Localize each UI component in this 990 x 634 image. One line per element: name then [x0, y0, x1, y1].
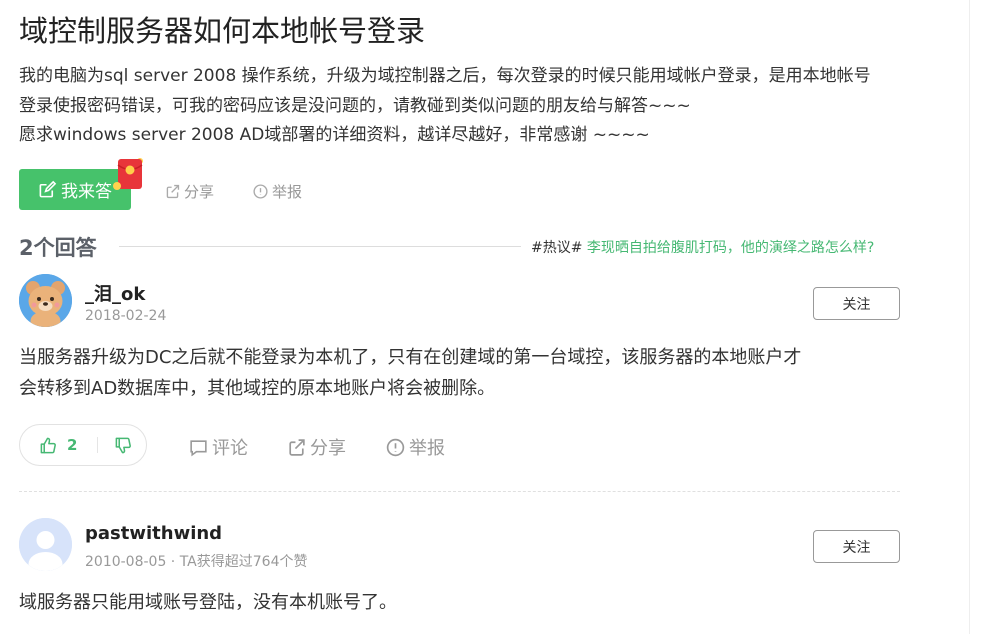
- report-icon: [253, 184, 268, 199]
- answer-text-line: 当服务器升级为DC之后就不能登录为本机了，只有在创建域的第一台域控，该服务器的本…: [19, 347, 802, 368]
- share-icon: [166, 184, 180, 199]
- avatar[interactable]: [19, 518, 72, 571]
- answer-meta: 2010-08-05 · TA获得超过764个赞: [85, 554, 308, 570]
- answer-text-line: 会转移到AD数据库中，其他域控的原本地账户将会被删除。: [19, 378, 496, 399]
- answer-text: 域服务器只能用域账号登陆，没有本机账号了。: [19, 587, 397, 618]
- share-answer-button[interactable]: 分享: [286, 434, 346, 460]
- share-label: 分享: [310, 438, 346, 459]
- answer-date: 2018-02-24: [85, 308, 167, 324]
- question-body-line: 我的电脑为sql server 2008 操作系统，升级为域控制器之后，每次登录…: [19, 66, 871, 86]
- user-name[interactable]: pastwithwind: [85, 523, 222, 544]
- edit-icon: [39, 180, 57, 198]
- upvote-button[interactable]: 2: [20, 436, 77, 455]
- section-divider-line: [119, 246, 521, 247]
- follow-button[interactable]: 关注: [813, 287, 900, 320]
- report-label: 举报: [272, 183, 303, 201]
- report-label: 举报: [409, 438, 445, 459]
- right-column-divider: [969, 0, 970, 634]
- hot-topic-tag: #热议#: [531, 240, 583, 256]
- question-body-line: 登录使报密码错误，可我的密码应该是没问题的，请教碰到类似问题的朋友给与解答~~~: [19, 95, 691, 116]
- share-label: 分享: [184, 183, 215, 201]
- comment-icon: [190, 439, 207, 456]
- report-answer-button[interactable]: 举报: [385, 434, 445, 460]
- thumbs-up-icon: [40, 437, 56, 453]
- report-icon: [386, 438, 405, 456]
- thumbs-down-icon: [116, 437, 132, 453]
- downvote-button[interactable]: [114, 436, 133, 455]
- hot-topic-text: 李现晒自拍给腹肌打码，他的演绎之路怎么样?: [586, 240, 875, 256]
- follow-button[interactable]: 关注: [813, 530, 900, 563]
- hot-topic-link[interactable]: #热议# 李现晒自拍给腹肌打码，他的演绎之路怎么样?: [531, 237, 874, 257]
- question-body-line: 愿求windows server 2008 AD域部署的详细资料，越详尽越好，非…: [19, 125, 650, 145]
- bear-avatar-icon: [19, 274, 72, 327]
- answer-text: 当服务器升级为DC之后就不能登录为本机了，只有在创建域的第一台域控，该服务器的本…: [19, 342, 801, 404]
- default-user-icon: [19, 518, 72, 571]
- red-envelope-icon[interactable]: [113, 156, 147, 192]
- comment-button[interactable]: 评论: [188, 434, 248, 460]
- question-title: 域控制服务器如何本地帐号登录: [19, 14, 426, 48]
- answers-count: 2个回答: [19, 236, 97, 260]
- question-body: 我的电脑为sql server 2008 操作系统，升级为域控制器之后，每次登录…: [19, 62, 919, 151]
- share-icon: [289, 438, 305, 456]
- comment-label: 评论: [212, 438, 248, 459]
- answer-divider: [19, 491, 900, 492]
- vote-separator: [97, 437, 99, 453]
- share-question-button[interactable]: 分享: [164, 181, 214, 202]
- answer-text-line: 域服务器只能用域账号登陆，没有本机账号了。: [19, 592, 397, 613]
- vote-control: 2: [19, 424, 147, 466]
- avatar[interactable]: [19, 274, 72, 327]
- like-count: 2: [67, 436, 78, 454]
- answer-button-label: 我来答: [61, 182, 112, 202]
- report-question-button[interactable]: 举报: [252, 181, 302, 202]
- user-name[interactable]: _泪_ok: [85, 280, 145, 306]
